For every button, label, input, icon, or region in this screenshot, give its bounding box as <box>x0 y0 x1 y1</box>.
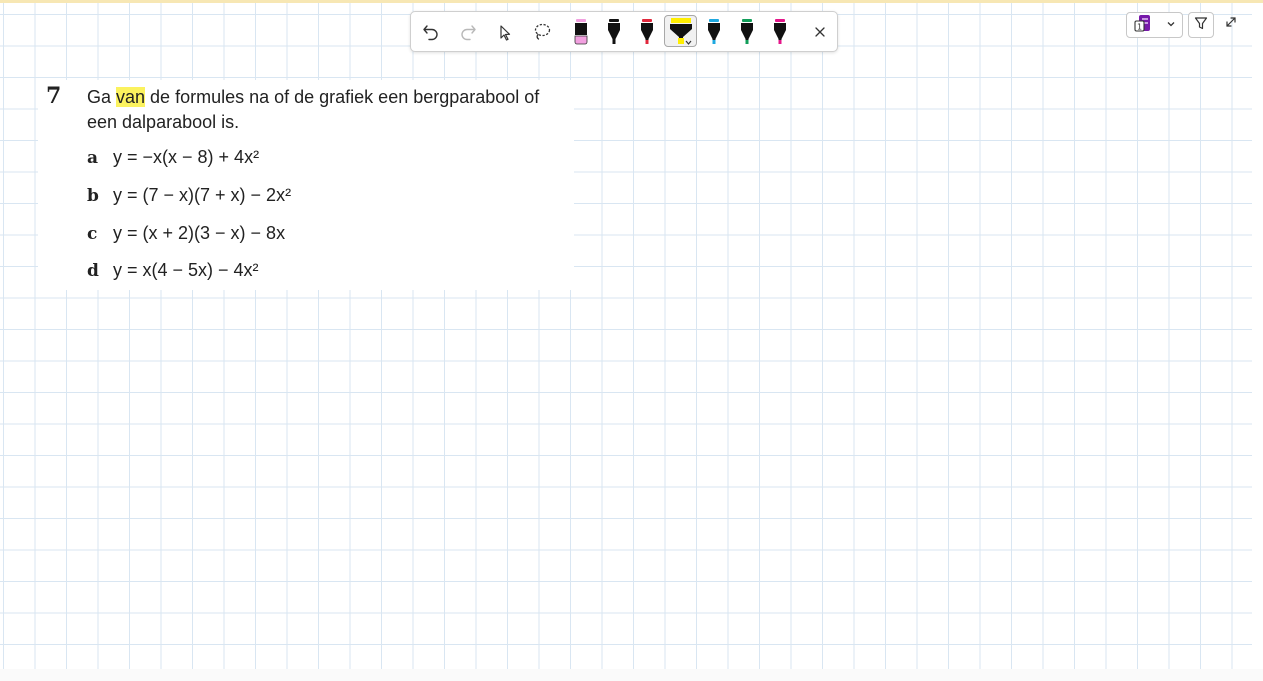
undo-icon <box>421 22 441 42</box>
pink-pen-icon <box>573 18 589 46</box>
part-c: c y = (x + 2)(3 − x) − 8x <box>87 223 285 247</box>
highlighter-yellow-button[interactable] <box>667 12 695 51</box>
magenta-pen-icon <box>772 18 788 46</box>
pen-cyan-button[interactable] <box>702 12 726 51</box>
chevron-down-icon <box>1166 16 1176 34</box>
black-pen-icon <box>606 18 622 46</box>
question-text-start: Ga <box>87 87 117 107</box>
part-formula: y = x(4 − 5x) − 4x² <box>113 260 259 280</box>
onenote-icon: 1 <box>1133 13 1153 38</box>
green-pen-icon <box>739 18 755 46</box>
pen-magenta-button[interactable] <box>768 12 792 51</box>
exercise-block: 7 Ga van de formules na of de grafiek ee… <box>38 80 574 290</box>
yellow-highlighter-icon <box>668 16 694 48</box>
part-d: d y = x(4 − 5x) − 4x² <box>87 260 259 284</box>
part-label: d <box>87 261 99 281</box>
funnel-icon <box>1193 15 1209 36</box>
lasso-tool-button[interactable] <box>528 12 556 51</box>
part-formula: y = (x + 2)(3 − x) − 8x <box>113 223 286 243</box>
ink-toolbar <box>410 11 838 52</box>
expand-button[interactable] <box>1220 12 1242 36</box>
pen-green-button[interactable] <box>735 12 759 51</box>
part-label: c <box>87 224 98 244</box>
question-text-end: de formules na of de grafiek een bergpar… <box>87 87 540 132</box>
part-formula: y = −x(x − 8) + 4x² <box>113 147 260 167</box>
pen-black-button[interactable] <box>602 12 626 51</box>
part-label: b <box>87 186 99 206</box>
cyan-pen-icon <box>706 18 722 46</box>
redo-icon <box>458 22 478 42</box>
exercise-question: Ga van de formules na of de grafiek een … <box>87 85 567 135</box>
close-icon <box>813 25 827 39</box>
filter-button[interactable] <box>1188 12 1214 38</box>
pen-red-button[interactable] <box>635 12 659 51</box>
pen-pink-button[interactable] <box>569 12 593 51</box>
expand-icon <box>1224 15 1238 34</box>
close-toolbar-button[interactable] <box>807 12 833 51</box>
select-tool-button[interactable] <box>491 12 519 51</box>
exercise-number: 7 <box>46 83 62 109</box>
part-a: a y = −x(x − 8) + 4x² <box>87 147 259 171</box>
part-formula: y = (7 − x)(7 + x) − 2x² <box>113 185 292 205</box>
svg-text:1: 1 <box>1137 22 1142 31</box>
red-pen-icon <box>639 18 655 46</box>
redo-button[interactable] <box>454 12 482 51</box>
highlighted-word: van <box>116 87 146 107</box>
lasso-icon <box>532 22 552 42</box>
undo-button[interactable] <box>417 12 445 51</box>
onenote-menu-button[interactable]: 1 <box>1126 12 1183 38</box>
select-pointer-icon <box>496 23 514 41</box>
part-b: b y = (7 − x)(7 + x) − 2x² <box>87 185 291 209</box>
canvas-bottom-edge <box>0 669 1263 681</box>
part-label: a <box>87 148 99 168</box>
